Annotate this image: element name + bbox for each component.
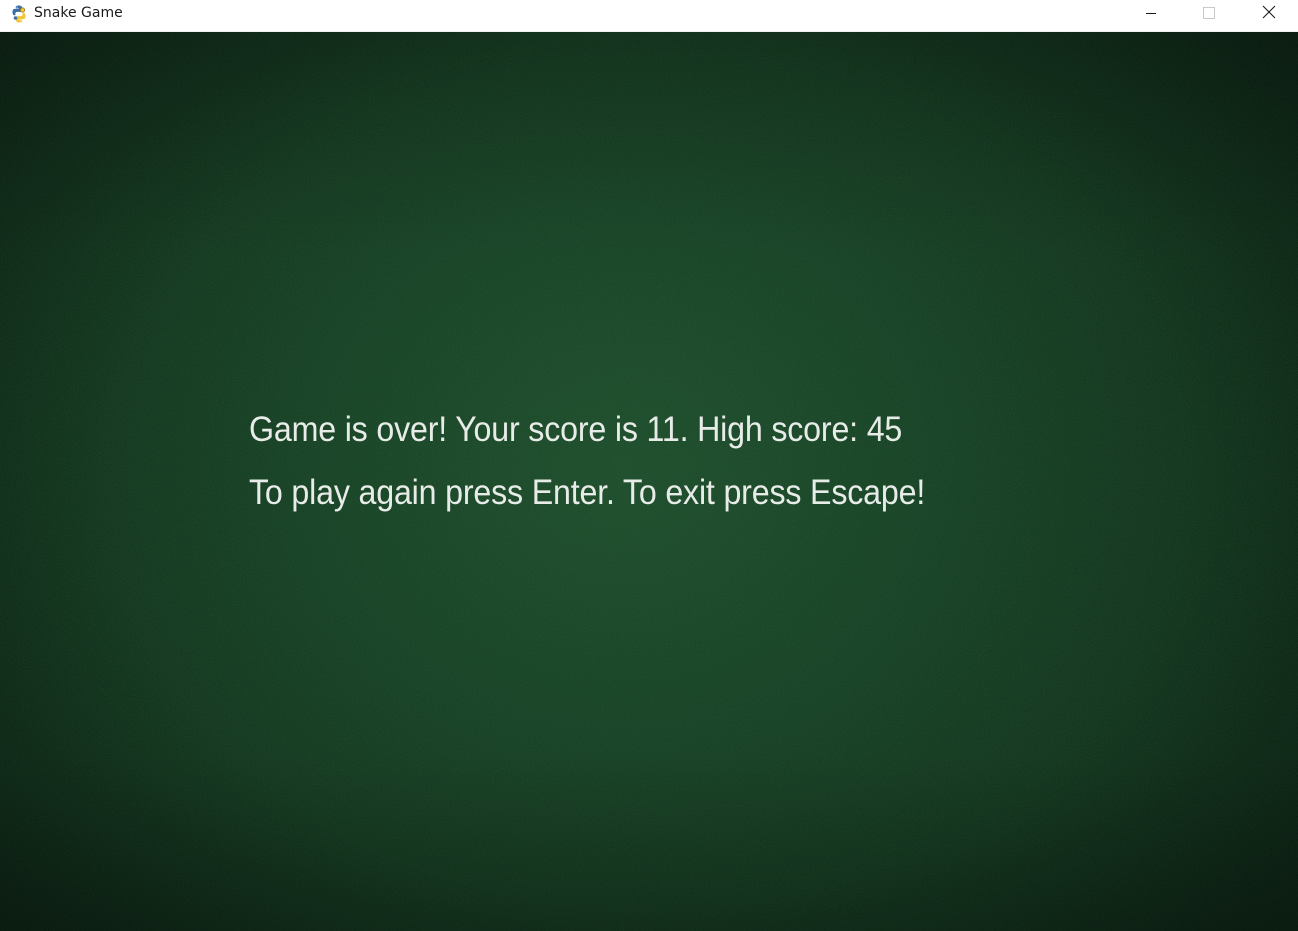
python-icon xyxy=(9,4,29,24)
play-again-instructions: To play again press Enter. To exit press… xyxy=(249,473,926,512)
close-button[interactable] xyxy=(1240,0,1298,26)
game-over-message: Game is over! Your score is 11. High sco… xyxy=(249,410,903,449)
game-window: Snake Game Game is over! Your score is 1… xyxy=(0,0,1298,931)
minimize-icon xyxy=(1145,4,1157,23)
window-title: Snake Game xyxy=(34,5,123,21)
maximize-button[interactable] xyxy=(1180,0,1238,26)
close-icon xyxy=(1262,4,1276,23)
title-bar[interactable]: Snake Game xyxy=(0,0,1298,32)
game-canvas[interactable]: Game is over! Your score is 11. High sco… xyxy=(0,32,1298,931)
maximize-icon xyxy=(1203,4,1215,23)
minimize-button[interactable] xyxy=(1122,0,1180,26)
